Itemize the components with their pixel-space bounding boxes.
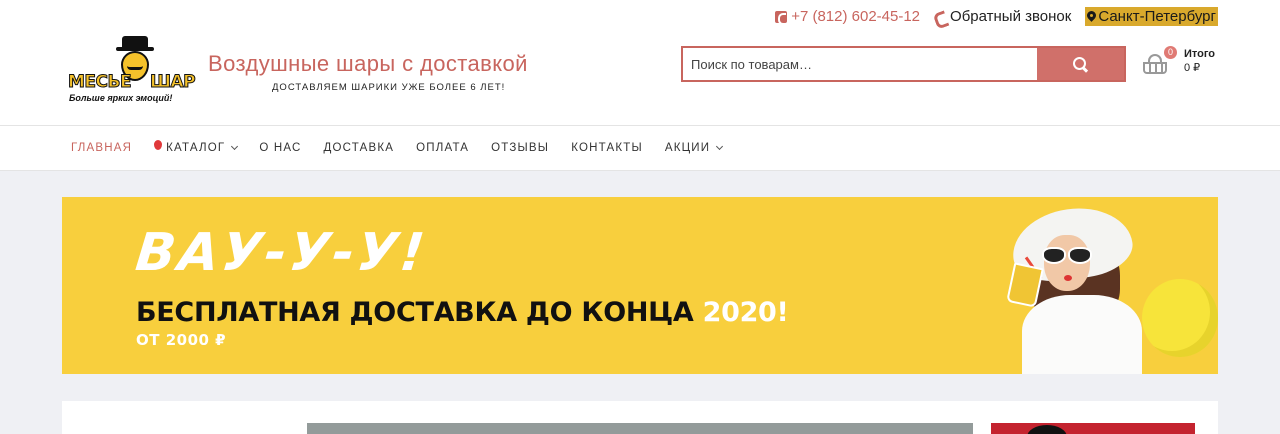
logo[interactable]: МЕСЬЕ ШАР Больше ярких эмоций! (66, 36, 196, 106)
nav-item-promotions[interactable]: АКЦИИ (654, 142, 733, 154)
content-section (62, 401, 1218, 434)
nav-item-label: АКЦИИ (664, 142, 711, 154)
cart-total-value: 0 ₽ (1184, 62, 1201, 74)
yellow-balloon-image (1142, 279, 1218, 357)
phone-link[interactable]: +7 (812) 602-45-12 (775, 8, 920, 25)
site-subtitle: ДОСТАВЛЯЕМ ШАРИКИ УЖЕ БОЛЕЕ 6 ЛЕТ! (272, 82, 506, 93)
main-nav: ГЛАВНАЯ КАТАЛОГ О НАС ДОСТАВКА ОПЛАТА ОТ… (0, 125, 1280, 171)
promo-banner[interactable]: ВАУ-У-У! БЕСПЛАТНАЯ ДОСТАВКА ДО КОНЦА 20… (62, 197, 1218, 374)
model-dress (1022, 295, 1142, 374)
balloon-icon (154, 140, 163, 150)
topbar: +7 (812) 602-45-12 Обратный звонок Санкт… (775, 7, 1218, 26)
phone-icon (775, 10, 788, 25)
nav-item-contacts[interactable]: КОНТАКТЫ (560, 142, 654, 154)
content-image-side[interactable] (991, 423, 1195, 434)
nav-item-about[interactable]: О НАС (248, 142, 312, 154)
nav-item-label: ОПЛАТА (416, 142, 470, 154)
logo-tagline: Больше ярких эмоций! (69, 93, 173, 103)
nav-item-label: ОТЗЫВЫ (491, 142, 550, 154)
logo-word-1: МЕСЬЕ (67, 72, 132, 93)
nav-item-delivery[interactable]: ДОСТАВКА (312, 142, 405, 154)
nav-item-home[interactable]: ГЛАВНАЯ (60, 142, 143, 154)
basket-icon (1143, 54, 1167, 74)
search-icon (1073, 56, 1088, 72)
city-selector[interactable]: Санкт-Петербург (1085, 7, 1218, 26)
nav-item-label: КАТАЛОГ (166, 142, 226, 154)
content-image-main[interactable] (307, 423, 973, 434)
banner-promo-year: 2020! (702, 297, 789, 328)
callback-link[interactable]: Обратный звонок (934, 8, 1071, 25)
model-sunglasses (1042, 247, 1092, 264)
cart-total-label: Итого (1184, 48, 1216, 60)
city-label: Санкт-Петербург (1098, 8, 1216, 25)
nav-item-label: ГЛАВНАЯ (71, 142, 133, 154)
banner-min-order: ОТ 2000 ₽ (136, 331, 227, 349)
banner-model-image (992, 197, 1218, 374)
chevron-down-icon (231, 142, 239, 151)
handset-icon (934, 11, 946, 23)
banner-headline: ВАУ-У-У! (132, 223, 431, 283)
banner-promo-main: БЕСПЛАТНАЯ ДОСТАВКА ДО КОНЦА (136, 297, 703, 328)
nav-item-reviews[interactable]: ОТЗЫВЫ (480, 142, 560, 154)
model-lips (1064, 275, 1072, 281)
logo-mustache (127, 66, 143, 70)
site-title: Воздушные шары с доставкой (208, 51, 528, 76)
chevron-down-icon (716, 142, 724, 151)
search-form (681, 46, 1126, 82)
search-input[interactable] (683, 48, 1037, 80)
nav-item-label: КОНТАКТЫ (571, 142, 643, 154)
phone-number: +7 (812) 602-45-12 (791, 8, 921, 25)
nav-item-label: О НАС (259, 142, 302, 154)
logo-word-2: ШАР (149, 72, 196, 93)
basket-body (1143, 62, 1167, 74)
banner-promo-text: БЕСПЛАТНАЯ ДОСТАВКА ДО КОНЦА 2020! (136, 297, 789, 328)
nav-item-label: ДОСТАВКА (323, 142, 395, 154)
search-button[interactable] (1037, 48, 1124, 80)
nav-item-catalog[interactable]: КАТАЛОГ (143, 140, 248, 154)
cart-widget[interactable]: 0 Итого 0 ₽ (1141, 46, 1223, 82)
site-header: +7 (812) 602-45-12 Обратный звонок Санкт… (0, 0, 1280, 125)
map-pin-icon (1087, 11, 1096, 23)
nav-item-payment[interactable]: ОПЛАТА (405, 142, 480, 154)
cart-count-badge: 0 (1164, 46, 1177, 59)
callback-label: Обратный звонок (950, 8, 1072, 25)
